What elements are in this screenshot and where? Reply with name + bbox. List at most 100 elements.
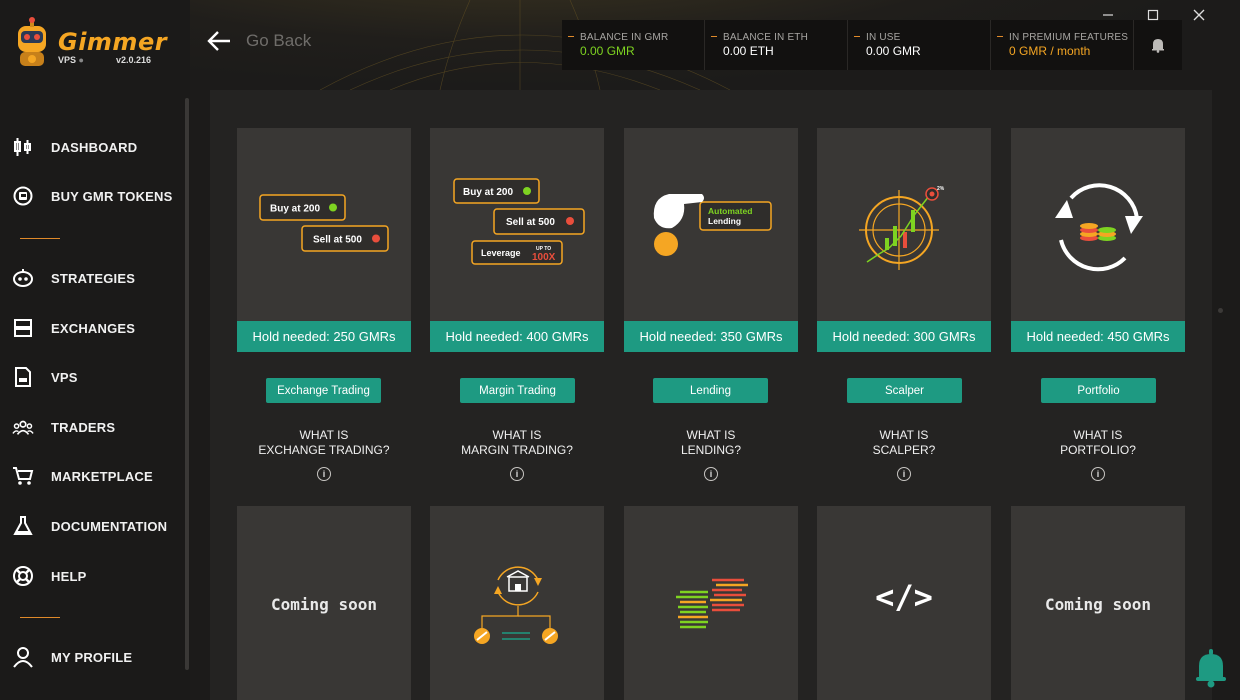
info-icon[interactable]: i [510, 467, 524, 481]
nav-label-exchanges: EXCHANGES [51, 320, 136, 336]
coming-soon-card[interactable]: Coming soon [1011, 506, 1185, 700]
nav-item-help[interactable]: HELP [0, 559, 185, 593]
notifications-button[interactable] [1134, 20, 1182, 70]
nav-item-traders[interactable]: TRADERS [0, 410, 185, 444]
nav-item-my-profile[interactable]: MY PROFILE [0, 640, 185, 674]
nav-label-documentation: DOCUMENTATION [51, 518, 168, 534]
hold-needed-label: Hold needed: 350 GMRs [624, 321, 798, 352]
svg-text:Sell at 500: Sell at 500 [506, 217, 555, 228]
go-back-button[interactable]: Go Back [206, 30, 311, 52]
minimize-icon [1103, 14, 1113, 16]
svg-text:100X: 100X [532, 252, 556, 263]
buy-sell-illustration: Buy at 200 Sell at 500 [259, 194, 389, 252]
hold-needed-label: Hold needed: 400 GMRs [430, 321, 604, 352]
nav-label-strategies: STRATEGIES [51, 270, 136, 286]
portfolio-cycle-illustration [1055, 183, 1143, 272]
hold-needed-label: Hold needed: 300 GMRs [817, 321, 991, 352]
code-symbol-text: </> [875, 578, 933, 616]
balance-eth-label: BALANCE IN ETH [723, 32, 809, 43]
balance-tick [568, 36, 574, 37]
tier-label: VPS ● [58, 55, 84, 65]
balance-premium-label: IN PREMIUM FEATURES [1009, 32, 1129, 43]
balance-gmr-value: 0.00 GMR [580, 44, 635, 58]
card-illustration: Buy at 200 Sell at 500 [237, 128, 411, 321]
close-icon [1193, 9, 1205, 21]
nav-item-vps[interactable]: VPS [0, 360, 185, 394]
balance-gmr: BALANCE IN GMR 0.00 GMR [562, 20, 705, 70]
balance-tick [997, 36, 1003, 37]
logo-wordmark: Gimmer [58, 28, 168, 56]
balance-tick [711, 36, 717, 37]
balance-eth: BALANCE IN ETH 0.00 ETH [705, 20, 848, 70]
lifebuoy-icon [12, 565, 34, 587]
user-icon [12, 646, 34, 668]
marketplace-exchange-card[interactable] [430, 506, 604, 700]
svg-text:Sell at 500: Sell at 500 [313, 235, 362, 246]
card-illustration: Buy at 200 Sell at 500 Leverage UP TO 10… [430, 128, 604, 321]
nav-label-buy-tokens: BUY GMR TOKENS [51, 188, 173, 204]
nav-label-help: HELP [51, 568, 87, 584]
close-button[interactable] [1189, 6, 1209, 24]
robot-icon [12, 267, 34, 289]
svg-text:Automated: Automated [708, 206, 752, 216]
nav-item-buy-tokens[interactable]: BUY GMR TOKENS [0, 179, 185, 213]
lending-button[interactable]: Lending [653, 378, 768, 403]
portfolio-button[interactable]: Portfolio [1041, 378, 1156, 403]
cart-icon [12, 465, 34, 487]
scalper-target-illustration: 2% [859, 186, 945, 270]
what-is-label[interactable]: WHAT IS EXCHANGE TRADING? [237, 428, 411, 458]
hold-needed-label: Hold needed: 450 GMRs [1011, 321, 1185, 352]
sidebar-scrollbar[interactable] [185, 98, 189, 670]
coming-soon-card[interactable]: Coming soon [237, 506, 411, 700]
svg-text:Lending: Lending [708, 216, 741, 226]
what-is-label[interactable]: WHAT IS LENDING? [624, 428, 798, 458]
lending-illustration: Automated Lending [653, 194, 772, 256]
orderbook-card[interactable] [624, 506, 798, 700]
what-is-label[interactable]: WHAT IS SCALPER? [817, 428, 991, 458]
nav-item-documentation[interactable]: DOCUMENTATION [0, 509, 185, 543]
svg-text:Leverage: Leverage [481, 248, 521, 258]
balance-tick [854, 36, 860, 37]
nav-item-dashboard[interactable]: DASHBOARD [0, 130, 185, 164]
nav-label-vps: VPS [51, 369, 78, 385]
floating-notifications-button[interactable] [1193, 648, 1229, 688]
app-logo[interactable]: Gimmer VPS ● v2.0.216 [12, 14, 182, 74]
nav-item-exchanges[interactable]: EXCHANGES [0, 311, 185, 345]
arrow-left-icon [207, 31, 230, 51]
balance-premium-value: 0 GMR / month [1009, 44, 1091, 58]
scroll-indicator-dot [1218, 308, 1223, 313]
what-is-label[interactable]: WHAT IS PORTFOLIO? [1011, 428, 1185, 458]
hold-needed-label: Hold needed: 250 GMRs [237, 321, 411, 352]
info-icon[interactable]: i [897, 467, 911, 481]
bell-icon [1152, 39, 1164, 53]
info-icon[interactable]: i [704, 467, 718, 481]
go-back-label: Go Back [246, 31, 312, 50]
token-icon [12, 185, 34, 207]
nav-item-marketplace[interactable]: MARKETPLACE [0, 459, 185, 493]
balance-eth-value: 0.00 ETH [723, 44, 774, 58]
scalper-button[interactable]: Scalper [847, 378, 962, 403]
code-symbol: </> [817, 578, 991, 616]
exchange-trading-button[interactable]: Exchange Trading [266, 378, 381, 403]
margin-trading-button[interactable]: Margin Trading [460, 378, 575, 403]
robot-logo-icon [18, 17, 46, 66]
balance-in-use-label: IN USE [866, 32, 901, 43]
minimize-button[interactable] [1098, 6, 1118, 24]
nav-divider [20, 238, 60, 239]
nav-item-strategies[interactable]: STRATEGIES [0, 261, 185, 295]
info-icon[interactable]: i [317, 467, 331, 481]
margin-illustration: Buy at 200 Sell at 500 Leverage UP TO 10… [453, 178, 585, 265]
developer-card[interactable]: </> [817, 506, 991, 700]
card-illustration [1011, 128, 1185, 321]
svg-text:2%: 2% [937, 186, 945, 192]
maximize-icon [1147, 9, 1159, 21]
people-icon [12, 416, 34, 438]
coming-soon-label: Coming soon [1045, 595, 1151, 614]
info-icon[interactable]: i [1091, 467, 1105, 481]
sidebar: Gimmer VPS ● v2.0.216 DASHBOARD BUY GMR … [0, 0, 190, 700]
svg-text:Buy at 200: Buy at 200 [270, 204, 320, 215]
what-is-label[interactable]: WHAT IS MARGIN TRADING? [430, 428, 604, 458]
nav-label-marketplace: MARKETPLACE [51, 468, 153, 484]
maximize-button[interactable] [1143, 6, 1163, 24]
orderbook-bars-illustration [676, 578, 748, 629]
